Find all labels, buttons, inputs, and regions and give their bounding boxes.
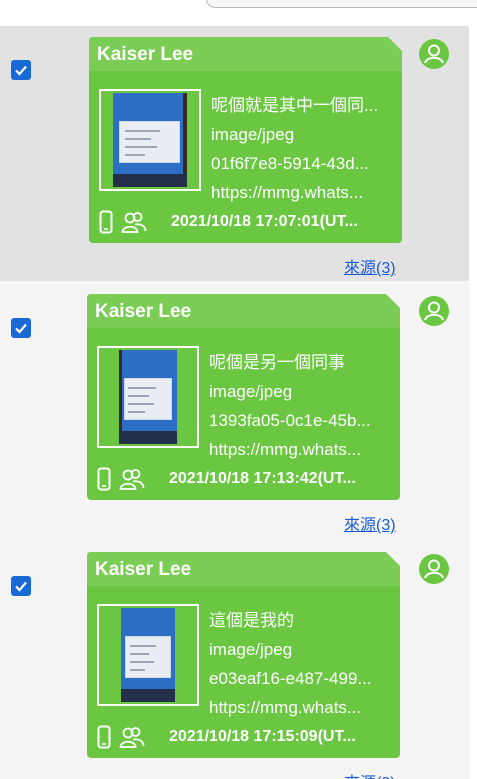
message-caption: 這個是我的 [209,611,294,630]
message-bubble[interactable]: Kaiser Lee 這個是我的 image/jpeg e03eaf16-e48… [87,552,400,758]
horizontal-scrollbar[interactable] [206,0,477,8]
media-url[interactable]: https://mmg.whats... [209,435,393,464]
avatar-icon[interactable] [418,38,450,70]
select-checkbox[interactable] [11,318,31,338]
source-link[interactable]: 來源(3) [344,769,396,779]
message-list: Kaiser Lee 呢個就是其中一個同... image/jpeg 01f6f… [0,26,469,779]
select-checkbox[interactable] [11,576,31,596]
message-caption: 呢個是另一個同事 [209,353,345,372]
phone-icon [97,467,111,491]
avatar-icon[interactable] [418,295,450,327]
avatar-icon[interactable] [418,553,450,585]
message-details: 這個是我的 image/jpeg e03eaf16-e487-499... ht… [209,606,393,722]
message-caption: 呢個就是其中一個同... [211,96,379,115]
mime-type: image/jpeg [209,382,293,401]
bubble-fold [386,294,400,308]
message-bubble[interactable]: Kaiser Lee 呢個是另一個同事 image/jpeg 1393fa05-… [87,294,400,500]
file-id: e03eaf16-e487-499... [209,669,372,688]
message-timestamp: 2021/10/18 17:15:09(UT... [169,728,356,745]
message-timestamp: 2021/10/18 17:07:01(UT... [171,213,358,230]
contacts-icon [119,727,145,748]
message-details: 呢個就是其中一個同... image/jpeg 01f6f7e8-5914-43… [211,91,395,207]
sender-name: Kaiser Lee [97,44,194,65]
checkmark-icon [15,323,27,334]
media-url[interactable]: https://mmg.whats... [211,178,395,207]
vertical-scrollbar[interactable] [469,26,477,779]
bubble-fold [388,37,402,51]
footer-icons [97,465,145,493]
image-thumbnail[interactable] [97,604,199,706]
message-timestamp: 2021/10/18 17:13:42(UT... [169,470,356,487]
sender-name: Kaiser Lee [95,559,192,580]
image-thumbnail[interactable] [99,89,201,191]
mime-type: image/jpeg [211,125,295,144]
phone-icon [97,725,111,749]
message-bubble[interactable]: Kaiser Lee 呢個就是其中一個同... image/jpeg 01f6f… [89,37,402,243]
top-bar [0,0,477,26]
checkmark-icon [15,581,27,592]
contacts-icon [119,469,145,490]
message-row[interactable]: Kaiser Lee 呢個就是其中一個同... image/jpeg 01f6f… [0,26,469,281]
checkmark-icon [15,65,27,76]
message-row[interactable]: Kaiser Lee 呢個是另一個同事 image/jpeg 1393fa05-… [0,281,469,539]
phone-icon [99,210,113,234]
contacts-icon [121,212,147,233]
file-id: 01f6f7e8-5914-43d... [211,154,369,173]
footer-icons [99,208,147,236]
source-link[interactable]: 來源(3) [344,254,396,278]
file-id: 1393fa05-0c1e-45b... [209,411,371,430]
mime-type: image/jpeg [209,640,293,659]
message-details: 呢個是另一個同事 image/jpeg 1393fa05-0c1e-45b...… [209,348,393,464]
message-row[interactable]: Kaiser Lee 這個是我的 image/jpeg e03eaf16-e48… [0,539,469,779]
select-checkbox[interactable] [11,60,31,80]
footer-icons [97,723,145,751]
media-url[interactable]: https://mmg.whats... [209,693,393,722]
bubble-fold [386,552,400,566]
image-thumbnail[interactable] [97,346,199,448]
sender-name: Kaiser Lee [95,301,192,322]
source-link[interactable]: 來源(3) [344,511,396,535]
